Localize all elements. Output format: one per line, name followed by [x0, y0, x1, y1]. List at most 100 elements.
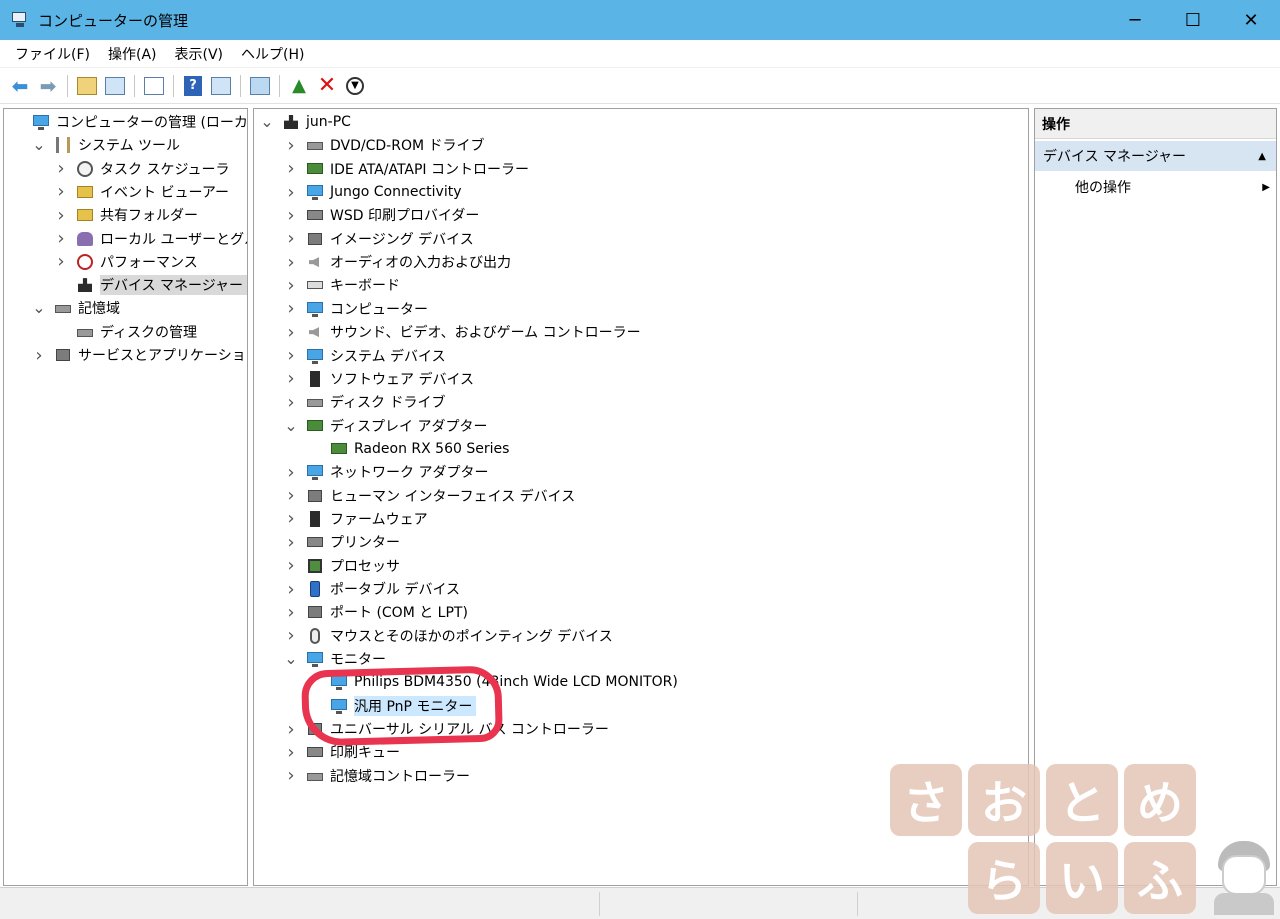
tree-item[interactable]: Radeon RX 560 Series	[308, 438, 509, 460]
expand-chevron-icon[interactable]: ›	[284, 625, 298, 646]
tree-item[interactable]: › WSD 印刷プロバイダー	[284, 204, 479, 226]
tree-item[interactable]: › DVD/CD-ROM ドライブ	[284, 134, 484, 156]
expand-chevron-icon[interactable]: ›	[284, 579, 298, 600]
tree-item[interactable]: › マウスとそのほかのポインティング デバイス	[284, 625, 612, 647]
show-action-pane-button[interactable]	[209, 74, 233, 98]
tree-item[interactable]: › ソフトウェア デバイス	[284, 368, 474, 390]
expand-chevron-icon[interactable]: ›	[284, 298, 298, 319]
tree-item[interactable]: › ネットワーク アダプター	[284, 461, 488, 483]
tree-item[interactable]: ⌄ モニター	[284, 648, 386, 670]
expand-chevron-icon[interactable]: ›	[32, 345, 46, 366]
tree-item[interactable]: › パフォーマンス	[54, 251, 197, 273]
minimize-button[interactable]: ─	[1106, 0, 1164, 40]
show-hide-tree-button[interactable]	[103, 74, 127, 98]
tree-item[interactable]: ⌄ システム ツール	[32, 134, 180, 156]
tree-item-label: ディスク ドライブ	[330, 395, 446, 412]
tree-item[interactable]: › プリンター	[284, 531, 400, 553]
update-driver-button[interactable]: ▲	[287, 74, 311, 98]
tree-item[interactable]: › IDE ATA/ATAPI コントローラー	[284, 158, 529, 180]
console-tree-pane[interactable]: コンピューターの管理 (ローカル) ⌄ システム ツール › タスク スケジューラ › イベ…	[3, 108, 248, 886]
tree-item[interactable]: › タスク スケジューラ	[54, 158, 229, 180]
expand-chevron-icon[interactable]: ›	[284, 462, 298, 483]
expand-chevron-icon[interactable]: ›	[284, 345, 298, 366]
expand-chevron-icon[interactable]: ›	[54, 181, 68, 202]
expand-chevron-icon[interactable]: ›	[284, 228, 298, 249]
tree-item-label: タスク スケジューラ	[100, 161, 230, 178]
tree-item[interactable]: › キーボード	[284, 274, 400, 296]
tree-item[interactable]: › イベント ビューアー	[54, 181, 229, 203]
forward-button[interactable]: ➡	[36, 74, 60, 98]
collapse-chevron-icon[interactable]: ⌄	[284, 417, 298, 433]
tree-item[interactable]: › ディスク ドライブ	[284, 391, 445, 413]
back-button[interactable]: ⬅	[8, 74, 32, 98]
tree-item-label: デバイス マネージャー	[100, 275, 247, 296]
expand-chevron-icon[interactable]: ›	[54, 228, 68, 249]
expand-chevron-icon[interactable]: ›	[284, 532, 298, 553]
tree-item[interactable]: › ヒューマン インターフェイス デバイス	[284, 485, 575, 507]
task-scheduler-icon	[76, 160, 94, 178]
properties-button[interactable]	[142, 74, 166, 98]
maximize-button[interactable]: ☐	[1164, 0, 1222, 40]
uninstall-device-button[interactable]: ✕	[315, 73, 339, 98]
system-tools-icon	[54, 136, 72, 154]
expand-chevron-icon[interactable]: ›	[284, 275, 298, 296]
title-bar[interactable]: コンピューターの管理 ─ ☐ ✕	[0, 0, 1280, 40]
tree-item[interactable]: ディスクの管理	[54, 321, 197, 343]
tree-item[interactable]: › 共有フォルダー	[54, 204, 198, 226]
tree-item[interactable]: › サービスとアプリケーション	[32, 344, 247, 366]
expand-chevron-icon[interactable]: ›	[284, 742, 298, 763]
imaging-device-icon	[306, 230, 324, 248]
expand-chevron-icon[interactable]: ›	[54, 158, 68, 179]
up-folder-button[interactable]	[75, 74, 99, 98]
tree-item[interactable]: › ファームウェア	[284, 508, 427, 530]
tree-item[interactable]: コンピューターの管理 (ローカル)	[10, 111, 247, 133]
collapse-chevron-icon[interactable]: ⌄	[32, 300, 46, 316]
tree-item[interactable]: › ローカル ユーザーとグループ	[54, 228, 247, 250]
expand-chevron-icon[interactable]: ›	[284, 252, 298, 273]
menu-file[interactable]: ファイル(F)	[6, 44, 99, 64]
expand-chevron-icon[interactable]: ›	[54, 205, 68, 226]
expand-chevron-icon[interactable]: ›	[284, 508, 298, 529]
expand-chevron-icon[interactable]: ›	[284, 135, 298, 156]
collapse-triangle-icon[interactable]: ▲	[1258, 151, 1266, 162]
expand-chevron-icon[interactable]: ›	[284, 485, 298, 506]
help-button[interactable]: ?	[181, 74, 205, 98]
expand-chevron-icon[interactable]: ›	[284, 158, 298, 179]
tree-item[interactable]: ⌄ jun-PC	[260, 111, 351, 133]
expand-chevron-icon[interactable]: ›	[284, 555, 298, 576]
expand-chevron-icon[interactable]: ›	[284, 368, 298, 389]
menu-help[interactable]: ヘルプ(H)	[232, 44, 313, 64]
expand-chevron-icon[interactable]: ›	[284, 602, 298, 623]
tree-item[interactable]: ⌄ 記憶域	[32, 297, 120, 319]
tree-item[interactable]: › コンピューター	[284, 298, 428, 320]
expand-chevron-icon[interactable]: ›	[284, 765, 298, 786]
performance-icon	[76, 253, 94, 271]
tree-item[interactable]: › システム デバイス	[284, 345, 445, 367]
tree-item[interactable]: › プロセッサ	[284, 555, 400, 577]
tree-item[interactable]: › サウンド、ビデオ、およびゲーム コントローラー	[284, 321, 640, 343]
tree-item[interactable]: › 記憶域コントローラー	[284, 765, 470, 787]
tree-item[interactable]: › ポータブル デバイス	[284, 578, 460, 600]
expand-chevron-icon[interactable]: ›	[284, 719, 298, 740]
scan-hardware-button[interactable]	[248, 74, 272, 98]
tree-item[interactable]: › オーディオの入力および出力	[284, 251, 511, 273]
expand-chevron-icon[interactable]: ›	[284, 322, 298, 343]
more-actions-item[interactable]: 他の操作 ▶	[1075, 175, 1270, 199]
tree-item[interactable]: デバイス マネージャー	[54, 274, 247, 296]
menu-view[interactable]: 表示(V)	[166, 44, 233, 64]
collapse-chevron-icon[interactable]: ⌄	[260, 114, 274, 130]
tree-item[interactable]: › Jungo Connectivity	[284, 181, 461, 203]
actions-section-device-manager[interactable]: デバイス マネージャー ▲	[1035, 141, 1276, 171]
collapse-chevron-icon[interactable]: ⌄	[32, 137, 46, 153]
tree-item[interactable]: › イメージング デバイス	[284, 228, 473, 250]
collapse-chevron-icon[interactable]: ⌄	[284, 651, 298, 667]
tree-item[interactable]: ⌄ ディスプレイ アダプター	[284, 415, 487, 437]
tree-item[interactable]: › ポート (COM と LPT)	[284, 601, 468, 623]
expand-chevron-icon[interactable]: ›	[284, 182, 298, 203]
expand-chevron-icon[interactable]: ›	[54, 251, 68, 272]
disable-device-button[interactable]: ▼	[343, 74, 367, 98]
expand-chevron-icon[interactable]: ›	[284, 205, 298, 226]
expand-chevron-icon[interactable]: ›	[284, 392, 298, 413]
close-button[interactable]: ✕	[1222, 0, 1280, 40]
menu-action[interactable]: 操作(A)	[99, 44, 166, 64]
